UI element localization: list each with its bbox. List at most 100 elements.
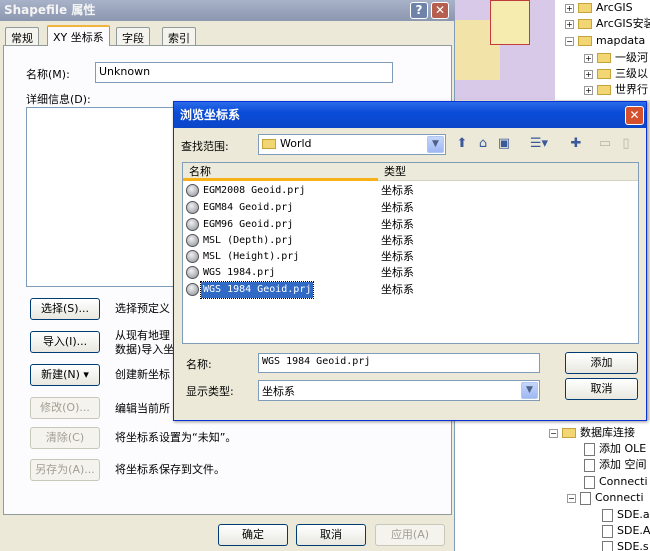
tree-item[interactable]: SDE.A bbox=[602, 523, 650, 539]
home-icon[interactable]: ⌂ bbox=[473, 134, 493, 154]
add-button[interactable]: 添加 bbox=[565, 352, 638, 374]
clear-button[interactable]: 清除(C) bbox=[30, 427, 100, 449]
tree-item-label: 三级以 bbox=[615, 67, 648, 80]
tab-indexes[interactable]: 索引 bbox=[162, 27, 196, 45]
tab-general[interactable]: 常规 bbox=[5, 27, 39, 45]
ok-button[interactable]: 确定 bbox=[218, 524, 288, 546]
select-description: 选择预定义 bbox=[115, 302, 170, 315]
close-button[interactable]: ✕ bbox=[431, 2, 449, 19]
apply-button[interactable]: 应用(A) bbox=[375, 524, 445, 546]
filetype-label: 显示类型: bbox=[186, 385, 234, 398]
tree-item[interactable]: Connecti bbox=[584, 474, 648, 490]
tree-item-label: ArcGIS bbox=[596, 1, 633, 14]
connection-icon bbox=[584, 475, 595, 489]
tree-item[interactable]: + 世界行 bbox=[584, 82, 648, 98]
delete-icon[interactable]: ▯ bbox=[616, 134, 636, 154]
expand-icon[interactable]: + bbox=[565, 19, 574, 29]
look-in-label: 查找范围: bbox=[181, 140, 229, 153]
filetype-value: 坐标系 bbox=[262, 385, 295, 398]
tree-item-label: SDE.a bbox=[617, 508, 650, 521]
collapse-icon[interactable]: − bbox=[565, 36, 574, 46]
modify-description: 编辑当前所 bbox=[115, 402, 170, 415]
tree-item[interactable]: SDE.a bbox=[602, 507, 650, 523]
file-row-selected[interactable]: WGS 1984 Geoid.prj 坐标系 bbox=[183, 281, 638, 299]
chevron-down-icon[interactable]: ▼ bbox=[521, 382, 538, 399]
cancel-button[interactable]: 取消 bbox=[565, 378, 638, 400]
tree-item[interactable]: − Connecti bbox=[567, 490, 644, 506]
tree-item[interactable]: − mapdata bbox=[565, 33, 645, 49]
file-type: 坐标系 bbox=[381, 250, 414, 263]
file-type: 坐标系 bbox=[381, 266, 414, 279]
tree-item-label: 世界行 bbox=[615, 83, 648, 96]
globe-icon bbox=[186, 184, 199, 197]
copy-icon[interactable]: ▭ bbox=[595, 134, 615, 154]
file-name: EGM2008 Geoid.prj bbox=[203, 185, 306, 196]
sde-icon bbox=[602, 508, 613, 522]
tree-item-label: Connecti bbox=[599, 475, 648, 488]
up-one-level-icon[interactable]: ⬆ bbox=[452, 134, 472, 154]
tree-item[interactable]: 添加 空间 bbox=[584, 457, 647, 473]
tree-item[interactable]: + 三级以 bbox=[584, 66, 648, 82]
file-row[interactable]: MSL (Depth).prj 坐标系 bbox=[183, 233, 638, 249]
tree-item[interactable]: + 一级河 bbox=[584, 50, 648, 66]
filetype-dropdown[interactable]: 坐标系 ▼ bbox=[258, 380, 540, 401]
folder-icon bbox=[597, 53, 611, 63]
folder-icon bbox=[597, 69, 611, 79]
column-header-type[interactable]: 类型 bbox=[378, 163, 567, 181]
expand-icon[interactable]: + bbox=[565, 3, 574, 13]
file-row[interactable]: EGM2008 Geoid.prj 坐标系 bbox=[183, 183, 638, 199]
look-in-dropdown[interactable]: World ▼ bbox=[258, 134, 446, 155]
tree-item[interactable]: − 数据库连接 bbox=[549, 425, 635, 441]
select-button[interactable]: 选择(S)... bbox=[30, 298, 100, 320]
globe-icon bbox=[186, 283, 199, 296]
folder-icon bbox=[597, 85, 611, 95]
tree-item[interactable]: SDE.s bbox=[602, 539, 649, 551]
file-name: EGM84 Geoid.prj bbox=[203, 202, 294, 213]
save-as-description: 将坐标系保存到文件。 bbox=[115, 463, 225, 476]
tab-xy-coordinate-system[interactable]: XY 坐标系 bbox=[47, 25, 110, 46]
file-row[interactable]: WGS 1984.prj 坐标系 bbox=[183, 265, 638, 281]
column-header-empty bbox=[567, 163, 638, 181]
new-folder-icon[interactable]: ✚ bbox=[566, 134, 586, 154]
file-type: 坐标系 bbox=[381, 234, 414, 247]
sde-icon bbox=[602, 524, 613, 538]
file-type: 坐标系 bbox=[381, 218, 414, 231]
details-textbox[interactable] bbox=[26, 107, 176, 287]
props-cancel-button[interactable]: 取消 bbox=[296, 524, 366, 546]
tree-item[interactable]: + ArcGIS bbox=[565, 0, 633, 16]
collapse-icon[interactable]: − bbox=[549, 428, 558, 438]
new-dropdown-button[interactable]: 新建(N) ▾ bbox=[30, 364, 100, 386]
file-row[interactable]: MSL (Height).prj 坐标系 bbox=[183, 249, 638, 265]
file-row[interactable]: EGM84 Geoid.prj 坐标系 bbox=[183, 200, 638, 216]
tree-item-label: 添加 空间 bbox=[599, 458, 647, 471]
collapse-icon[interactable]: − bbox=[567, 493, 576, 503]
tab-fields[interactable]: 字段 bbox=[116, 27, 150, 45]
save-as-button[interactable]: 另存为(A)... bbox=[30, 459, 100, 481]
clear-description: 将坐标系设置为“未知”。 bbox=[115, 431, 237, 444]
tree-item[interactable]: 添加 OLE bbox=[584, 441, 646, 457]
expand-icon[interactable]: + bbox=[584, 69, 593, 79]
import-description-line2: 数据)导入坐 bbox=[115, 343, 175, 356]
tree-item-label: ArcGIS安装 bbox=[596, 17, 650, 30]
close-button[interactable]: ✕ bbox=[625, 106, 644, 125]
map-preview-lower bbox=[455, 420, 545, 551]
coordinate-system-name-field[interactable]: Unknown bbox=[95, 62, 393, 83]
expand-icon[interactable]: + bbox=[584, 85, 593, 95]
modify-button[interactable]: 修改(O)... bbox=[30, 397, 100, 419]
connect-folder-icon[interactable]: ▣ bbox=[494, 134, 514, 154]
file-type: 坐标系 bbox=[381, 201, 414, 214]
chevron-down-icon[interactable]: ▼ bbox=[427, 136, 444, 153]
import-button[interactable]: 导入(I)... bbox=[30, 331, 100, 353]
expand-icon[interactable]: + bbox=[584, 53, 593, 63]
help-button[interactable]: ? bbox=[410, 2, 428, 19]
column-header-name[interactable]: 名称 bbox=[183, 163, 378, 181]
tree-item-label: 添加 OLE bbox=[599, 442, 647, 455]
globe-icon bbox=[186, 234, 199, 247]
name-label: 名称(M): bbox=[26, 68, 70, 81]
filename-field[interactable]: WGS 1984 Geoid.prj bbox=[258, 353, 540, 373]
file-row[interactable]: EGM96 Geoid.prj 坐标系 bbox=[183, 217, 638, 233]
file-list[interactable]: 名称 类型 EGM2008 Geoid.prj 坐标系 EGM84 Geoid.p… bbox=[182, 162, 639, 344]
view-menu-icon[interactable]: ☰▾ bbox=[524, 134, 554, 154]
folder-icon bbox=[578, 19, 592, 29]
tree-item[interactable]: + ArcGIS安装 bbox=[565, 16, 650, 32]
